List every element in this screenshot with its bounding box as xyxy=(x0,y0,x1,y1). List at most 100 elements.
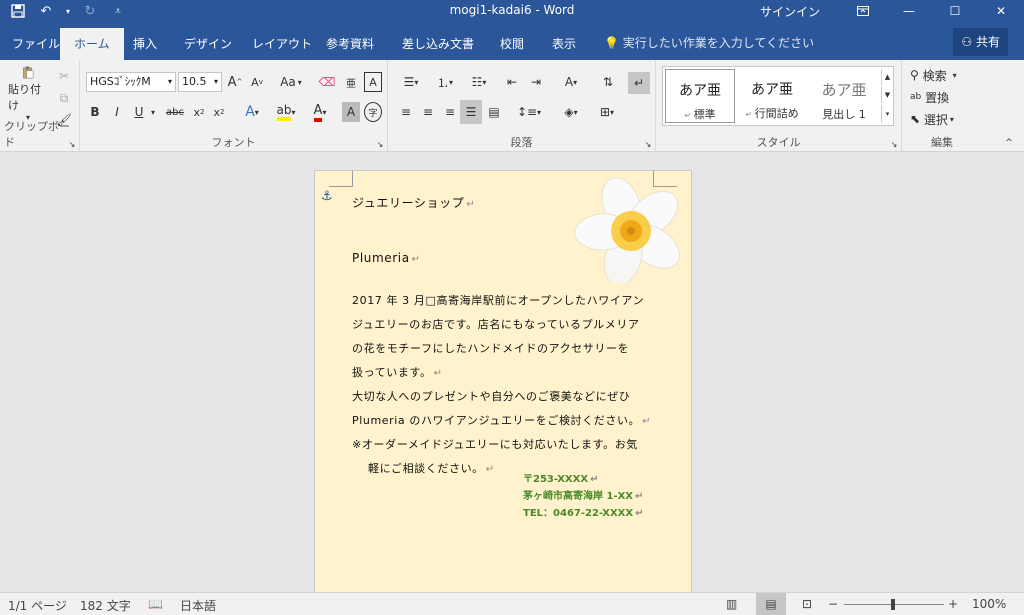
select-label: 選択 xyxy=(923,112,948,127)
paste-button[interactable]: 貼り付け ▾ xyxy=(8,66,48,122)
customize-qat-icon[interactable]: ⩡ xyxy=(108,2,128,20)
word-count[interactable]: 182 文字 xyxy=(80,597,131,614)
tab-file[interactable]: ファイル xyxy=(6,28,66,60)
line-spacing-icon[interactable]: ↕≡ ▾ xyxy=(514,102,544,122)
show-marks-icon[interactable]: ↵ xyxy=(628,72,650,94)
enclose-characters-icon[interactable]: 字 xyxy=(364,102,382,122)
tab-references[interactable]: 参考資料 xyxy=(320,28,380,60)
body-line: 2017 年 3 月□高寄海岸駅前にオープンしたハワイアン xyxy=(352,294,645,307)
bold-icon[interactable]: B xyxy=(86,102,104,122)
shrink-font-icon[interactable]: Av xyxy=(248,72,266,92)
character-border-icon[interactable]: A xyxy=(364,72,382,92)
redo-icon[interactable]: ↻ xyxy=(80,2,100,20)
highlight-color-icon[interactable]: ab ▾ xyxy=(272,102,300,122)
underline-dropdown-icon[interactable]: ▾ xyxy=(148,102,158,122)
phonetic-guide-icon[interactable]: 亜 xyxy=(342,72,360,92)
justify-icon[interactable]: ☰ xyxy=(460,100,482,124)
styles-scroll-up-icon[interactable]: ▲ xyxy=(881,69,893,85)
language[interactable]: 日本語 xyxy=(180,597,216,614)
copy-icon[interactable]: ⧉ xyxy=(54,88,74,108)
proofing-icon[interactable]: 📖 xyxy=(148,597,163,611)
save-icon[interactable] xyxy=(8,2,28,20)
body-line: 扱っています。 ↵ xyxy=(352,366,443,379)
undo-dropdown-icon[interactable]: ▾ xyxy=(64,2,72,20)
plumeria-flower-image[interactable] xyxy=(573,175,685,283)
share-button[interactable]: ⚇ 共有 xyxy=(953,28,1008,56)
window-controls: サインイン — ☐ ✕ xyxy=(760,0,1024,22)
share-label: 共有 xyxy=(975,35,1000,49)
superscript-icon[interactable]: x2 xyxy=(210,102,228,122)
signin-link[interactable]: サインイン xyxy=(760,3,820,20)
font-color-icon[interactable]: A ▾ xyxy=(306,102,334,122)
style-heading-1[interactable]: あア亜 見出し 1 xyxy=(809,69,879,123)
close-icon[interactable]: ✕ xyxy=(978,0,1024,22)
font-name-select[interactable]: HGSｺﾞｼｯｸM ▾ xyxy=(86,72,176,92)
ribbon-display-options-icon[interactable] xyxy=(840,0,886,22)
character-shading-icon[interactable]: A xyxy=(342,102,360,122)
minimize-icon[interactable]: — xyxy=(886,0,932,22)
styles-launcher-icon[interactable]: ↘ xyxy=(889,139,899,149)
multilevel-list-icon[interactable]: ☷ ▾ xyxy=(464,72,494,92)
align-right-icon[interactable]: ≡ xyxy=(440,102,460,122)
shading-icon[interactable]: ◈ ▾ xyxy=(556,102,586,122)
find-button[interactable]: ⚲ 検索 ▾ xyxy=(910,66,980,84)
tab-design[interactable]: デザイン xyxy=(178,28,238,60)
clear-formatting-icon[interactable]: ⌫ xyxy=(318,72,336,92)
align-left-icon[interactable]: ≡ xyxy=(396,102,416,122)
read-mode-icon[interactable]: ▥ xyxy=(726,597,737,611)
grow-font-icon[interactable]: A ^ xyxy=(226,72,244,92)
replace-button[interactable]: ab 置換 xyxy=(910,88,980,106)
increase-indent-icon[interactable]: ⇥ xyxy=(526,72,546,92)
tab-home[interactable]: ホーム xyxy=(60,28,124,60)
margin-corner-mark xyxy=(329,171,353,187)
styles-scroll-down-icon[interactable]: ▼ xyxy=(881,87,893,103)
tab-review[interactable]: 校閲 xyxy=(494,28,530,60)
cut-icon[interactable]: ✂ xyxy=(54,66,74,86)
subscript-icon[interactable]: x2 xyxy=(190,102,208,122)
align-center-icon[interactable]: ≡ xyxy=(418,102,438,122)
tab-mailings[interactable]: 差し込み文書 xyxy=(396,28,480,60)
style-name: 見出し 1 xyxy=(822,108,866,121)
tab-view[interactable]: 表示 xyxy=(546,28,582,60)
body-line: ジュエリーのお店です。店名にもなっているプルメリア xyxy=(352,318,640,331)
paragraph-launcher-icon[interactable]: ↘ xyxy=(643,139,653,149)
borders-icon[interactable]: ⊞ ▾ xyxy=(592,102,622,122)
page-count[interactable]: 1/1 ページ xyxy=(8,597,67,614)
asian-layout-icon[interactable]: A ▾ xyxy=(556,72,586,92)
undo-icon[interactable]: ↶ xyxy=(36,2,56,20)
zoom-slider[interactable] xyxy=(844,599,944,610)
style-normal[interactable]: あア亜 ↵ 標準 xyxy=(665,69,735,123)
zoom-out-icon[interactable]: − xyxy=(828,597,838,611)
text-effects-icon[interactable]: A ▾ xyxy=(238,102,266,122)
zoom-level[interactable]: 100% xyxy=(972,597,1006,611)
document-page[interactable]: ⚓ ジュエリーショップ ↵ Plumeria ↵ 2017 年 3 月□高寄海岸… xyxy=(314,170,692,600)
web-layout-icon[interactable]: ⊡ xyxy=(802,597,812,611)
tell-me-box[interactable]: 💡 実行したい作業を入力してください xyxy=(604,28,814,58)
style-no-spacing[interactable]: あア亜 ↵ 行間詰め xyxy=(737,69,807,123)
select-button[interactable]: ⬉ 選択 ▾ xyxy=(910,110,980,128)
maximize-icon[interactable]: ☐ xyxy=(932,0,978,22)
heading-plumeria: Plumeria ↵ xyxy=(352,251,421,265)
styles-gallery: あア亜 ↵ 標準 あア亜 ↵ 行間詰め あア亜 見出し 1 ▲ ▼ ▾ xyxy=(662,66,894,126)
decrease-indent-icon[interactable]: ⇤ xyxy=(502,72,522,92)
anchor-icon[interactable]: ⚓ xyxy=(321,189,333,204)
italic-icon[interactable]: I xyxy=(108,102,126,122)
zoom-in-icon[interactable]: + xyxy=(948,597,958,611)
bullets-icon[interactable]: ☰ ▾ xyxy=(396,72,426,92)
tab-insert[interactable]: 挿入 xyxy=(127,28,163,60)
strikethrough-icon[interactable]: abc xyxy=(162,102,188,122)
font-launcher-icon[interactable]: ↘ xyxy=(375,139,385,149)
underline-icon[interactable]: U xyxy=(130,102,148,122)
cursor-icon: ⬉ xyxy=(910,112,921,126)
collapse-ribbon-icon[interactable]: ^ xyxy=(1002,136,1016,150)
font-size-select[interactable]: 10.5 ▾ xyxy=(178,72,222,92)
styles-more-icon[interactable]: ▾ xyxy=(881,105,893,123)
sort-icon[interactable]: ⇅ xyxy=(598,72,618,92)
zoom-slider-thumb[interactable] xyxy=(891,599,895,610)
tab-layout[interactable]: レイアウト xyxy=(246,28,318,60)
numbering-icon[interactable]: ⒈ ▾ xyxy=(430,72,460,92)
print-layout-icon[interactable]: ▤ xyxy=(756,593,786,615)
clipboard-launcher-icon[interactable]: ↘ xyxy=(67,139,77,149)
change-case-button[interactable]: Aa ▾ xyxy=(276,72,306,92)
distributed-icon[interactable]: ▤ xyxy=(484,102,504,122)
